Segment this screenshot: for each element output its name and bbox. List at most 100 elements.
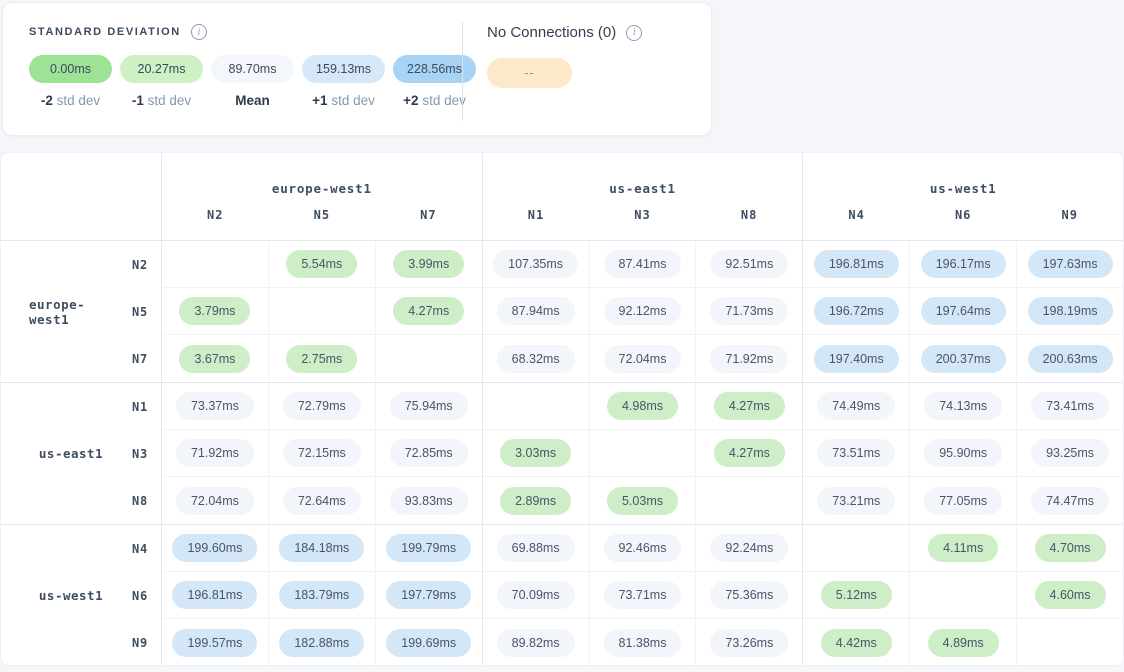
latency-cell: 71.73ms — [695, 288, 802, 335]
latency-pill[interactable]: 73.51ms — [817, 439, 895, 467]
latency-pill[interactable]: 5.12ms — [821, 581, 892, 609]
latency-cell: 199.60ms — [161, 525, 268, 572]
latency-pill[interactable]: 92.51ms — [710, 250, 788, 278]
latency-pill[interactable]: 4.27ms — [714, 392, 785, 420]
latency-pill[interactable]: 92.24ms — [710, 534, 788, 562]
latency-pill[interactable]: 197.64ms — [921, 297, 1006, 325]
latency-cell: 72.04ms — [161, 477, 268, 524]
info-icon[interactable]: i — [626, 25, 642, 41]
latency-pill[interactable]: 4.60ms — [1035, 581, 1106, 609]
latency-pill[interactable]: 71.92ms — [176, 439, 254, 467]
latency-pill[interactable]: 199.57ms — [172, 629, 257, 657]
matrix-corner-spacer — [1, 153, 161, 240]
latency-pill[interactable]: 2.75ms — [286, 345, 357, 373]
latency-pill[interactable]: 93.25ms — [1031, 439, 1109, 467]
latency-pill[interactable]: 200.37ms — [921, 345, 1006, 373]
latency-pill[interactable]: 95.90ms — [924, 439, 1002, 467]
latency-pill[interactable]: 183.79ms — [279, 581, 364, 609]
latency-pill[interactable]: 69.88ms — [497, 534, 575, 562]
latency-cell: 5.54ms — [268, 241, 375, 288]
latency-pill[interactable]: 4.27ms — [714, 439, 785, 467]
legend-scale-item: 0.00ms-2 std dev — [29, 55, 112, 108]
latency-cell: 92.46ms — [589, 525, 696, 572]
latency-pill[interactable]: 200.63ms — [1028, 345, 1113, 373]
latency-cell: 4.27ms — [695, 430, 802, 477]
row-group-europe-west1: europe-west1N25.54ms3.99ms107.35ms87.41m… — [1, 241, 1123, 383]
latency-pill[interactable]: 4.89ms — [928, 629, 999, 657]
latency-pill[interactable]: 72.04ms — [604, 345, 682, 373]
latency-pill[interactable]: 81.38ms — [604, 629, 682, 657]
latency-pill[interactable]: 75.94ms — [390, 392, 468, 420]
latency-pill[interactable]: 72.04ms — [176, 487, 254, 515]
latency-pill[interactable]: 74.13ms — [924, 392, 1002, 420]
latency-cell: 3.99ms — [375, 241, 482, 288]
latency-pill[interactable]: 73.26ms — [710, 629, 788, 657]
latency-pill[interactable]: 3.79ms — [179, 297, 250, 325]
latency-pill[interactable]: 75.36ms — [710, 581, 788, 609]
latency-pill[interactable]: 70.09ms — [497, 581, 575, 609]
latency-pill[interactable]: 199.69ms — [386, 629, 471, 657]
latency-pill[interactable]: 196.81ms — [814, 250, 899, 278]
latency-pill[interactable]: 71.73ms — [710, 297, 788, 325]
latency-pill[interactable]: 68.32ms — [497, 345, 575, 373]
latency-cell: 73.41ms — [1016, 383, 1123, 430]
latency-cell: 197.40ms — [802, 335, 909, 382]
latency-pill[interactable]: 3.03ms — [500, 439, 571, 467]
latency-pill[interactable]: 3.99ms — [393, 250, 464, 278]
latency-pill[interactable]: 89.82ms — [497, 629, 575, 657]
column-group-label: us-east1 — [483, 181, 803, 196]
info-icon[interactable]: i — [191, 24, 207, 40]
latency-cell: 3.03ms — [482, 430, 589, 477]
latency-pill[interactable]: 92.12ms — [604, 297, 682, 325]
latency-pill[interactable]: 77.05ms — [924, 487, 1002, 515]
latency-pill[interactable]: 73.37ms — [176, 392, 254, 420]
latency-pill[interactable]: 5.03ms — [607, 487, 678, 515]
latency-cell: 4.98ms — [589, 383, 696, 430]
latency-pill[interactable]: 93.83ms — [390, 487, 468, 515]
latency-pill[interactable]: 199.60ms — [172, 534, 257, 562]
latency-pill[interactable]: 73.71ms — [604, 581, 682, 609]
latency-pill[interactable]: 72.85ms — [390, 439, 468, 467]
latency-pill[interactable]: 5.54ms — [286, 250, 357, 278]
latency-pill[interactable]: 4.27ms — [393, 297, 464, 325]
legend-label-bold: -2 — [41, 93, 53, 108]
legend-scale-item: 89.70msMean — [211, 55, 294, 108]
latency-pill[interactable]: 92.46ms — [604, 534, 682, 562]
latency-pill[interactable]: 4.11ms — [928, 534, 998, 562]
latency-pill[interactable]: 72.15ms — [283, 439, 361, 467]
latency-pill[interactable]: 196.72ms — [814, 297, 899, 325]
latency-pill[interactable]: 199.79ms — [386, 534, 471, 562]
latency-pill[interactable]: 71.92ms — [710, 345, 788, 373]
latency-pill[interactable]: 72.79ms — [283, 392, 361, 420]
latency-pill[interactable]: 73.21ms — [817, 487, 895, 515]
legend-scale-label: Mean — [235, 93, 270, 108]
latency-pill[interactable]: 74.49ms — [817, 392, 895, 420]
latency-pill[interactable]: 87.94ms — [497, 297, 575, 325]
legend-label-bold: +1 — [312, 93, 327, 108]
column-node-label: N7 — [375, 208, 482, 222]
latency-pill[interactable]: 87.41ms — [604, 250, 682, 278]
latency-pill[interactable]: 196.17ms — [921, 250, 1006, 278]
latency-pill[interactable]: 198.19ms — [1028, 297, 1113, 325]
legend-label-rest: std dev — [419, 93, 466, 108]
latency-pill[interactable]: 73.41ms — [1031, 392, 1109, 420]
latency-pill[interactable]: 3.67ms — [179, 345, 250, 373]
row-node-label: N3 — [113, 430, 161, 477]
latency-pill[interactable]: 4.42ms — [821, 629, 892, 657]
latency-pill[interactable]: 4.98ms — [607, 392, 678, 420]
latency-cell: 3.67ms — [161, 335, 268, 382]
latency-pill[interactable]: 197.63ms — [1028, 250, 1113, 278]
latency-pill[interactable]: 197.40ms — [814, 345, 899, 373]
latency-pill[interactable]: 4.70ms — [1035, 534, 1106, 562]
latency-pill[interactable]: 196.81ms — [172, 581, 257, 609]
latency-pill[interactable]: 74.47ms — [1031, 487, 1109, 515]
latency-pill[interactable]: 197.79ms — [386, 581, 471, 609]
latency-pill[interactable]: 107.35ms — [493, 250, 578, 278]
legend-pill: 20.27ms — [120, 55, 203, 83]
latency-pill[interactable]: 184.18ms — [279, 534, 364, 562]
latency-cell: 75.94ms — [375, 383, 482, 430]
latency-pill[interactable]: 72.64ms — [283, 487, 361, 515]
latency-pill[interactable]: 2.89ms — [500, 487, 571, 515]
latency-cell: 93.83ms — [375, 477, 482, 524]
latency-pill[interactable]: 182.88ms — [279, 629, 364, 657]
